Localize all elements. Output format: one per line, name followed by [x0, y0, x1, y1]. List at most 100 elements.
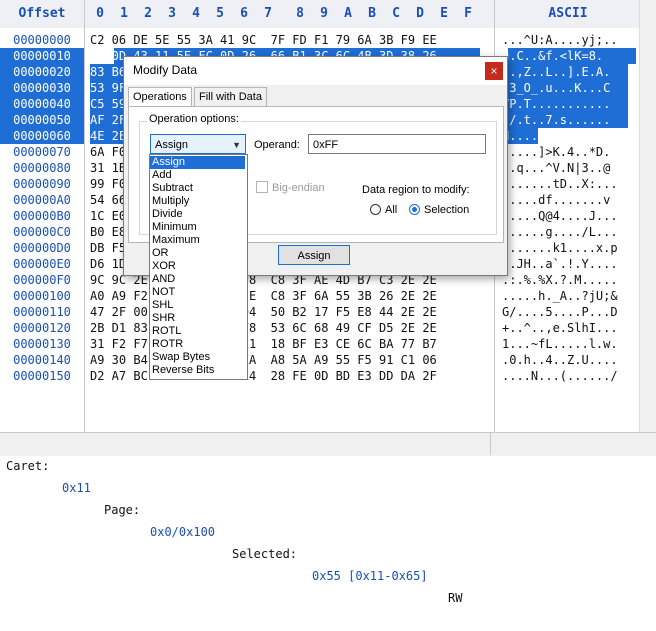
column-header-3: 3 [168, 6, 176, 21]
dropdown-option[interactable]: AND [150, 273, 245, 286]
ascii-row[interactable]: .:.%.%X.?.M..... [502, 272, 618, 288]
offset-cell: 00000140 [13, 353, 71, 367]
operation-options-legend: Operation options: [147, 113, 241, 125]
ascii-row[interactable]: //.t..7.s...... [502, 112, 610, 128]
dropdown-option[interactable]: OR [150, 247, 245, 260]
operand-label: Operand: [254, 139, 300, 151]
page-label: Page: [104, 503, 141, 517]
ascii-row[interactable]: .....Q@4....J... [502, 208, 618, 224]
offset-cell: 00000040 [0, 96, 84, 112]
hex-row[interactable]: A0 A9 F2 68 9F 5F 41 2E C8 3F 6A 55 3B 2… [90, 288, 437, 304]
close-icon: × [490, 64, 498, 78]
dropdown-option[interactable]: Reverse Bits [150, 364, 245, 377]
offset-cell: 000000E0 [13, 257, 71, 271]
column-header-B: B [368, 6, 376, 21]
radio-selection[interactable]: Selection [409, 204, 469, 216]
ascii-row[interactable]: +..^..,e.SlhI... [502, 320, 618, 336]
radio-all-label: All [385, 204, 398, 216]
dropdown-option[interactable]: Multiply [150, 195, 245, 208]
ascii-row[interactable]: .......k1....x.p [502, 240, 618, 256]
dropdown-option[interactable]: Add [150, 169, 245, 182]
data-region-label: Data region to modify: [362, 184, 470, 196]
hex-row[interactable]: A9 30 B4 68 CD 02 34 EA A8 5A A9 55 F5 9… [90, 352, 437, 368]
offset-cell: 00000030 [0, 80, 84, 96]
hex-row[interactable]: 31 F2 F7 08 7E 66 4C 11 18 BF E3 CE 6C B… [90, 336, 437, 352]
dropdown-option[interactable]: Minimum [150, 221, 245, 234]
offset-header: Offset [18, 6, 66, 21]
tab-operations[interactable]: Operations [128, 87, 192, 108]
column-header-0: 0 [96, 6, 104, 21]
dropdown-option[interactable]: NOT [150, 286, 245, 299]
ascii-row[interactable]: g.C..&f.<lK=8. [502, 48, 603, 64]
dropdown-option[interactable]: Subtract [150, 182, 245, 195]
big-endian-checkbox[interactable]: Big-endian [256, 181, 325, 194]
column-header-D: D [416, 6, 424, 21]
dropdown-option[interactable]: SHR [150, 312, 245, 325]
column-header-A: A [344, 6, 352, 21]
offset-cell: 00000010 [0, 48, 84, 64]
ascii-row[interactable]: ..,Z..L..].E.A. [502, 64, 610, 80]
radio-selection-label: Selection [424, 204, 470, 216]
tab-fill-with-data[interactable]: Fill with Data [194, 87, 267, 107]
operand-input[interactable]: 0xFF [308, 134, 486, 154]
column-header-6: 6 [240, 6, 248, 21]
ascii-row[interactable]: .....]>K.4..*D. [502, 144, 610, 160]
offset-cell: 00000090 [13, 177, 71, 191]
offset-cell: 00000020 [0, 64, 84, 80]
ascii-row[interactable]: .......tD..X:... [502, 176, 618, 192]
offset-cell: 00000150 [13, 369, 71, 383]
ascii-header: ASCII [548, 6, 588, 21]
offset-column: 00000000 00000010 00000020 00000030 00000040… [0, 28, 84, 432]
ascii-row[interactable]: 1...~fL.....l.w. [502, 336, 618, 352]
radio-icon [370, 204, 381, 215]
dialog-titlebar[interactable]: Modify Data × [124, 57, 507, 85]
ascii-row[interactable]: .3_O_.u...K...C [502, 80, 610, 96]
dropdown-option[interactable]: Swap Bytes [150, 351, 245, 364]
ascii-row[interactable]: ..JH..a`.!.Y.... [502, 256, 618, 272]
ascii-row[interactable]: ..q...^V.N|3..@ [502, 160, 610, 176]
assign-button[interactable]: Assign [278, 245, 350, 265]
hex-row[interactable]: C2 06 DE 5E 55 3A 41 9C 7F FD F1 79 6A 3… [90, 32, 437, 48]
dropdown-option[interactable]: XOR [150, 260, 245, 273]
dropdown-option[interactable]: Divide [150, 208, 245, 221]
dropdown-option[interactable]: SHL [150, 299, 245, 312]
ascii-area[interactable]: ...^U:A....yj;.. g.C..&f.<lK=8. ..,Z..L..]… [500, 28, 640, 432]
checkbox-box [256, 181, 268, 193]
column-header-5: 5 [216, 6, 224, 21]
offset-cell: 00000130 [13, 337, 71, 351]
dropdown-option[interactable]: ROTR [150, 338, 245, 351]
vertical-scrollbar[interactable] [639, 0, 656, 432]
operation-dropdown-list[interactable]: Assign Add Subtract Multiply Divide Minimum Ma… [149, 154, 248, 380]
column-header-1: 1 [120, 6, 128, 21]
offset-cell: 00000060 [0, 128, 84, 144]
radio-all[interactable]: All [370, 204, 397, 216]
radio-checked-icon [409, 204, 420, 215]
ascii-row[interactable]: ...^U:A....yj;.. [502, 32, 618, 48]
ascii-row[interactable]: .0.h..4..Z.U.... [502, 352, 618, 368]
dropdown-option[interactable]: Maximum [150, 234, 245, 247]
caret-label: Caret: [6, 459, 50, 473]
ascii-row[interactable]: N.........b{~:r [502, 128, 610, 144]
chevron-down-icon: ▼ [232, 140, 241, 150]
column-header-F: F [464, 6, 472, 21]
offset-cell: 00000070 [13, 145, 71, 159]
offset-cell: 00000110 [13, 305, 71, 319]
hex-row[interactable]: D2 A7 BC AD 4E B5 8F 14 28 FE 0D BD E3 D… [90, 368, 437, 384]
selected-value: 0x55 [0x11-0x65] [312, 569, 428, 583]
column-header: Offset 0 1 2 3 4 5 6 7 8 9 A B C D E F ASCII [0, 0, 656, 28]
ascii-row[interactable]: ....N...(....../ [502, 368, 618, 384]
dropdown-option[interactable]: Assign [150, 156, 245, 169]
ascii-row[interactable]: G/....5....P...D [502, 304, 618, 320]
dropdown-option[interactable]: ROTL [150, 325, 245, 338]
ascii-row[interactable]: ......g..../L... [502, 224, 618, 240]
close-button[interactable]: × [485, 62, 503, 80]
column-header-C: C [392, 6, 400, 21]
ascii-row[interactable]: YP.T........... [502, 96, 610, 112]
ascii-row[interactable]: .....h._A..?jU;& [502, 288, 618, 304]
hex-row[interactable]: 2B D1 83 5E F9 2C 65 F8 53 6C 68 49 CF D… [90, 320, 437, 336]
operation-select[interactable]: Assign ▼ [150, 134, 246, 154]
divider [84, 0, 85, 432]
ascii-row[interactable]: .....df.......v [502, 192, 610, 208]
selected-label: Selected: [232, 547, 298, 561]
hex-row[interactable]: 47 2F 00 1A 55 9E 91 D4 50 B2 17 F5 E8 4… [90, 304, 437, 320]
